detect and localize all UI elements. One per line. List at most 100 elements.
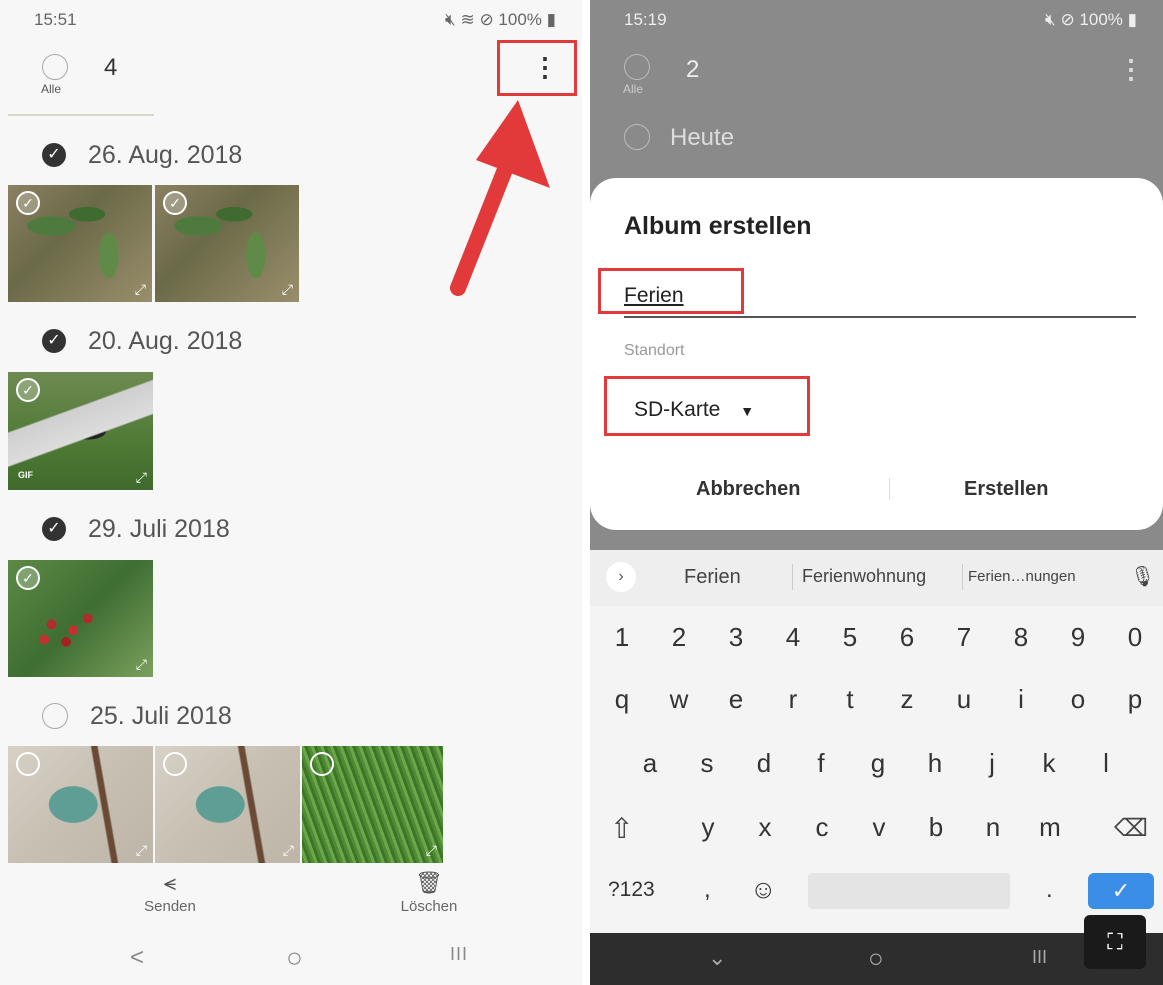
period-key[interactable]: . [1046,876,1053,904]
photo-thumbnail[interactable]: ⤢ [155,746,300,863]
share-button[interactable]: ⪪ Senden [130,870,210,915]
delete-button[interactable]: 🗑︎ Löschen [384,870,474,915]
expand-icon[interactable]: ⤢ [136,469,147,486]
expand-icon[interactable]: ⤢ [426,842,437,859]
nav-home-button[interactable]: ○ [286,942,303,974]
status-battery: 🔇︎ ⊘ 100% ▮ [1045,10,1137,30]
date-group-header[interactable]: ✓ 29. Juli 2018 [42,514,230,544]
suggestion-2[interactable]: Ferienwohnung [802,566,926,587]
select-all-checkbox[interactable] [624,54,650,80]
key-2[interactable]: 2 [659,622,699,653]
unselected-circle-icon [310,752,334,776]
comma-key[interactable]: , [704,876,711,904]
wifi-icon: ≋ [460,10,475,29]
more-vert-icon[interactable]: ⋮ [1118,54,1144,85]
date-group-header[interactable]: ✓ 26. Aug. 2018 [42,140,242,170]
key-7[interactable]: 7 [944,622,984,653]
microphone-icon[interactable]: 🎙︎ [1130,564,1155,589]
key-s[interactable]: s [687,748,727,779]
key-m[interactable]: m [1030,812,1070,843]
symbols-key[interactable]: ?123 [608,878,655,902]
key-9[interactable]: 9 [1058,622,1098,653]
key-1[interactable]: 1 [602,622,642,653]
nav-back-button[interactable]: < [130,944,144,972]
expand-icon[interactable]: ⤢ [136,842,147,859]
photo-thumbnail[interactable]: ✓ ⤢ [8,560,153,677]
key-u[interactable]: u [944,684,984,715]
nav-recents-button[interactable]: III [450,944,468,965]
battery-icon: ▮ [546,10,556,29]
selected-check-icon: ✓ [16,378,40,402]
suggestion-1[interactable]: Ferien [684,566,741,589]
system-navigation-bar: < ○ III [0,930,582,985]
photo-thumbnail[interactable]: ✓ ⤢ [8,185,152,302]
key-c[interactable]: c [802,812,842,843]
select-all-checkbox[interactable] [42,54,68,80]
shift-key[interactable]: ⇧ [610,812,633,845]
key-a[interactable]: a [630,748,670,779]
screenshot-capture-button[interactable]: ⛶ [1084,915,1146,969]
check-icon: ✓ [1111,878,1131,903]
key-e[interactable]: e [716,684,756,715]
key-4[interactable]: 4 [773,622,813,653]
key-t[interactable]: t [830,684,870,715]
space-key[interactable] [808,873,1010,909]
expand-icon[interactable]: ⤢ [283,842,294,859]
key-i[interactable]: i [1001,684,1041,715]
key-f[interactable]: f [801,748,841,779]
key-8[interactable]: 8 [1001,622,1041,653]
key-p[interactable]: p [1115,684,1155,715]
key-g[interactable]: g [858,748,898,779]
key-y[interactable]: y [688,812,728,843]
photo-thumbnail[interactable]: ✓ GIF ⤢ [8,372,153,490]
photo-thumbnail[interactable]: ⤢ [302,746,443,863]
suggestion-divider [792,564,793,590]
key-w[interactable]: w [659,684,699,715]
suggestion-bar: › Ferien Ferienwohnung Ferien…nungen 🎙︎ [590,550,1163,606]
key-b[interactable]: b [916,812,956,843]
key-o[interactable]: o [1058,684,1098,715]
key-d[interactable]: d [744,748,784,779]
check-icon: ✓ [42,143,66,167]
expand-icon[interactable]: ⤢ [135,281,146,298]
unselected-circle-icon [16,752,40,776]
nav-home-button[interactable]: ○ [868,943,884,974]
annotation-box-more [497,40,577,96]
key-h[interactable]: h [915,748,955,779]
emoji-key[interactable]: ☺ [750,874,777,905]
key-0[interactable]: 0 [1115,622,1155,653]
battery-icon: ▮ [1127,10,1137,29]
key-r[interactable]: r [773,684,813,715]
key-n[interactable]: n [973,812,1013,843]
photo-thumbnail[interactable]: ⤢ [8,746,153,863]
key-5[interactable]: 5 [830,622,870,653]
cancel-button[interactable]: Abbrechen [696,478,800,501]
photo-thumbnail[interactable]: ✓ ⤢ [155,185,299,302]
check-icon: ✓ [42,517,66,541]
expand-toolbar-button[interactable]: › [606,562,636,592]
key-k[interactable]: k [1029,748,1069,779]
capture-frame-icon: ⛶ [1107,929,1123,954]
expand-icon[interactable]: ⤢ [136,656,147,673]
date-group-header[interactable]: 25. Juli 2018 [42,701,232,731]
mute-icon: 🔇︎ [445,10,456,29]
key-j[interactable]: j [972,748,1012,779]
suggestion-3[interactable]: Ferien…nungen [968,568,1076,585]
key-x[interactable]: x [745,812,785,843]
nav-hide-keyboard-button[interactable]: ⌄ [708,945,726,971]
divider [8,114,154,116]
unchecked-circle-icon[interactable] [624,124,650,150]
nav-recents-button[interactable]: III [1032,947,1047,968]
selected-count: 2 [686,56,700,83]
key-v[interactable]: v [859,812,899,843]
create-button[interactable]: Erstellen [964,478,1048,501]
key-6[interactable]: 6 [887,622,927,653]
key-q[interactable]: q [602,684,642,715]
date-group-header[interactable]: ✓ 20. Aug. 2018 [42,326,242,356]
backspace-key[interactable]: ⌫ [1114,814,1148,843]
key-z[interactable]: z [887,684,927,715]
expand-icon[interactable]: ⤢ [282,281,293,298]
key-3[interactable]: 3 [716,622,756,653]
key-l[interactable]: l [1086,748,1126,779]
confirm-key[interactable]: ✓ [1088,873,1154,909]
